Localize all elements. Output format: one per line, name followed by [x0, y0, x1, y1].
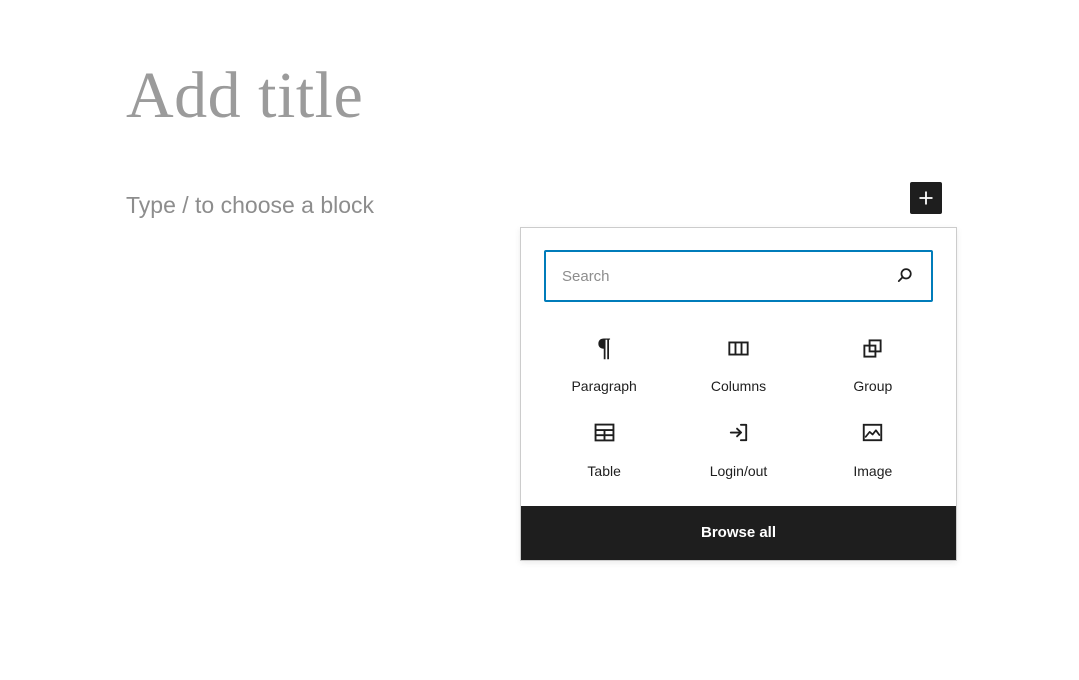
- table-icon: [590, 419, 618, 447]
- block-type-grid: ¶ Paragraph Columns Group Table Login/ou…: [521, 316, 956, 506]
- block-item-label: Paragraph: [571, 378, 637, 394]
- add-block-button[interactable]: [910, 182, 942, 214]
- image-icon: [859, 419, 887, 447]
- block-item-image[interactable]: Image: [806, 409, 940, 486]
- block-item-columns[interactable]: Columns: [671, 324, 805, 401]
- group-icon: [859, 334, 887, 362]
- block-item-label: Table: [587, 462, 621, 479]
- block-item-label: Group: [853, 378, 893, 394]
- plus-icon: [916, 188, 936, 208]
- block-inserter-popover: ¶ Paragraph Columns: [520, 227, 957, 561]
- search-input[interactable]: [546, 252, 931, 300]
- block-item-label: Columns: [710, 378, 767, 394]
- block-item-loginout[interactable]: Login/out: [671, 409, 805, 486]
- search-field[interactable]: [544, 250, 933, 302]
- post-title-placeholder[interactable]: Add title: [126, 58, 363, 134]
- block-item-paragraph[interactable]: ¶ Paragraph: [537, 324, 671, 401]
- editor-canvas: Add title Type / to choose a block Searc…: [0, 0, 1079, 680]
- block-item-group[interactable]: Group: [806, 324, 940, 401]
- paragraph-icon: ¶: [597, 333, 612, 362]
- inserter-search-section: [521, 228, 956, 316]
- browse-all-button[interactable]: Browse all: [521, 505, 956, 560]
- login-icon: [724, 419, 752, 447]
- block-item-label: Login/out: [709, 462, 768, 479]
- block-item-label: Image: [853, 462, 893, 479]
- block-item-table[interactable]: Table: [537, 409, 671, 486]
- empty-paragraph-placeholder[interactable]: Type / to choose a block: [126, 191, 374, 221]
- columns-icon: [724, 334, 752, 362]
